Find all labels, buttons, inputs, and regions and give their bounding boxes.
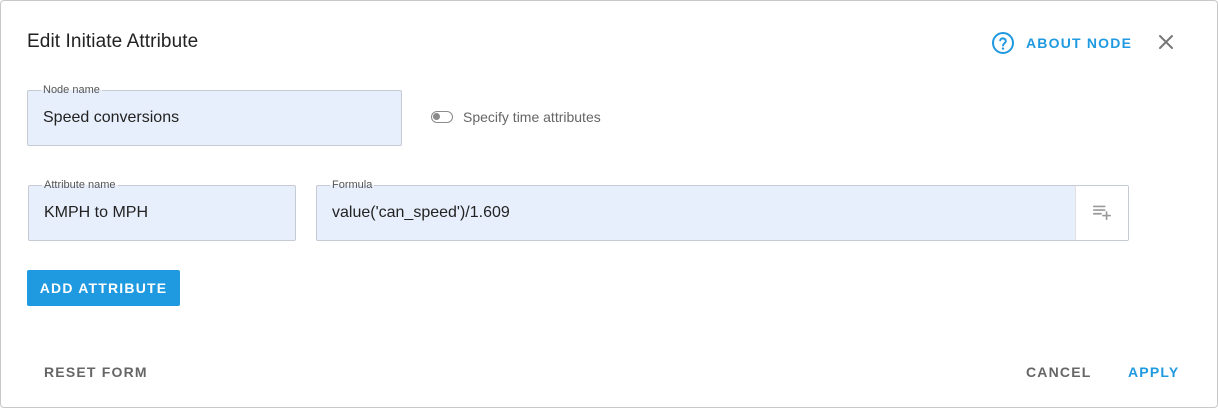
help-circle-icon — [991, 31, 1015, 55]
toggle-switch[interactable] — [431, 111, 453, 123]
close-icon — [1154, 35, 1178, 58]
formula-input[interactable]: value('can_speed')/1.609 — [332, 186, 510, 240]
time-attributes-toggle[interactable]: Specify time attributes — [431, 107, 601, 127]
attribute-name-input[interactable]: KMPH to MPH — [44, 186, 148, 240]
toggle-knob — [433, 113, 440, 120]
dialog-title: Edit Initiate Attribute — [27, 31, 199, 52]
apply-button[interactable]: APPLY — [1128, 362, 1179, 382]
reset-form-button[interactable]: RESET FORM — [44, 362, 148, 382]
time-attributes-label: Specify time attributes — [463, 109, 601, 125]
node-name-field[interactable]: Node name Speed conversions — [27, 83, 402, 146]
close-button[interactable] — [1154, 30, 1178, 54]
about-node-button[interactable]: ABOUT NODE — [991, 31, 1132, 55]
edit-attribute-dialog: Edit Initiate Attribute ABOUT NODE Node … — [0, 0, 1218, 408]
cancel-button[interactable]: CANCEL — [1026, 362, 1092, 382]
formula-field[interactable]: Formula value('can_speed')/1.609 — [316, 178, 1129, 241]
node-name-input[interactable]: Speed conversions — [43, 91, 179, 145]
playlist-add-icon — [1091, 200, 1113, 227]
add-attribute-button[interactable]: ADD ATTRIBUTE — [27, 270, 180, 306]
formula-insert-button[interactable] — [1075, 186, 1128, 240]
about-node-label: ABOUT NODE — [1026, 35, 1133, 51]
attribute-name-field[interactable]: Attribute name KMPH to MPH — [28, 178, 296, 241]
